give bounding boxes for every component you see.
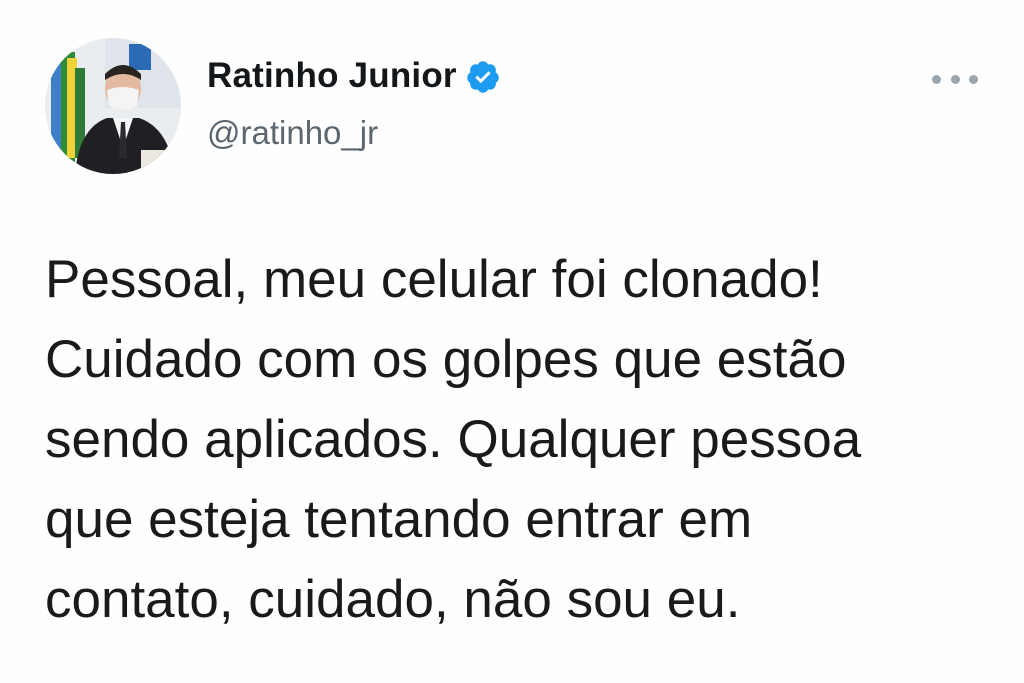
tweet-text-line: contato, cuidado, não sou eu. <box>45 570 741 629</box>
tweet-body: Pessoal, meu celular foi clonado! Cuidad… <box>45 240 995 640</box>
tweet-text-line: Pessoal, meu celular foi clonado! <box>45 250 823 309</box>
tweet-text-line: Cuidado com os golpes que estão <box>45 330 847 389</box>
more-options-icon <box>932 74 941 84</box>
author-avatar[interactable] <box>45 38 181 174</box>
tweet-text-line: sendo aplicados. Qualquer pessoa <box>45 410 862 469</box>
author-display-name[interactable]: Ratinho Junior <box>207 56 457 96</box>
tweet-card: Ratinho Junior @ratinho_jr Pessoal, meu … <box>0 0 1024 683</box>
author-handle[interactable]: @ratinho_jr <box>207 114 378 152</box>
more-options-icon <box>950 74 960 84</box>
profile-photo-icon <box>45 38 181 174</box>
more-options-icon <box>969 74 978 84</box>
more-options-button[interactable] <box>932 68 978 90</box>
author-name-row: Ratinho Junior <box>207 56 501 96</box>
tweet-text-line: que esteja tentando entrar em <box>45 490 753 549</box>
verified-badge-icon <box>465 59 501 95</box>
